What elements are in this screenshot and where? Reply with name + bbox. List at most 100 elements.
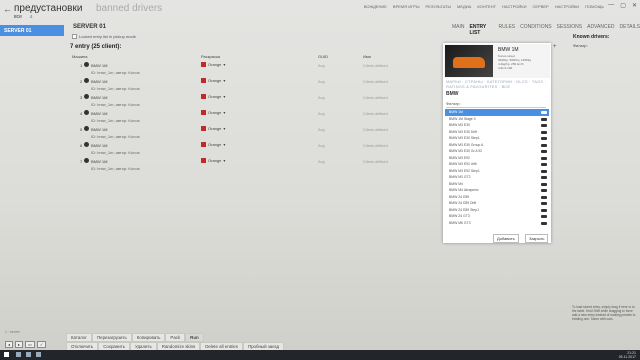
table-row[interactable]: 2 BMW 1M Orange ▾ Any Client-defined ID: …: [80, 76, 440, 92]
row-car[interactable]: BMW 1M: [91, 127, 107, 132]
row-id: ID: bmw_1m, автор: Kunos: [91, 118, 140, 123]
menu-item[interactable]: помощь: [585, 4, 604, 9]
row-id: ID: bmw_1m, автор: Kunos: [91, 166, 140, 171]
pack-button[interactable]: Pack: [165, 333, 186, 342]
close-icon[interactable]: ✕: [632, 2, 637, 9]
skin-selector[interactable]: Orange ▾: [201, 94, 225, 99]
skin-swatch: [201, 62, 206, 67]
category-tabs[interactable]: МАРКИ · СТРАНЫ · КАТЕГОРИИ · DLCS · TAGS…: [446, 79, 548, 89]
car-class-icon: [541, 156, 547, 160]
row-car[interactable]: BMW 1M: [91, 111, 107, 116]
row-guid[interactable]: Any: [318, 111, 325, 116]
row-name[interactable]: Client-defined: [363, 111, 388, 116]
taskbar-clock[interactable]: 21:21 05.11.2017: [619, 351, 636, 359]
menu-item[interactable]: настройки: [555, 4, 579, 9]
car-class-icon: [541, 150, 547, 153]
menu-item[interactable]: результаты: [426, 4, 452, 9]
table-row[interactable]: 6 BMW 1M Orange ▾ Any Client-defined ID: …: [80, 140, 440, 156]
table-row[interactable]: 7 BMW 1M Orange ▾ Any Client-defined ID: …: [80, 156, 440, 172]
add-entry-icon[interactable]: +: [553, 44, 557, 50]
taskbar-date: 05.11.2017: [618, 355, 636, 359]
skin-selector[interactable]: Orange ▾: [201, 142, 225, 147]
menu-item[interactable]: медиа: [457, 4, 471, 9]
menu-item[interactable]: контент: [477, 4, 496, 9]
row-name[interactable]: Client-defined: [363, 143, 388, 148]
row-car[interactable]: BMW 1M: [91, 63, 107, 68]
row-car[interactable]: BMW 1M: [91, 159, 107, 164]
tab-rules[interactable]: RULES: [498, 24, 515, 36]
maximize-icon[interactable]: ▢: [620, 2, 626, 9]
catalog-button[interactable]: Каталог: [66, 333, 92, 342]
app-taskbar-icon[interactable]: [36, 352, 41, 357]
filter-divider: [446, 107, 546, 108]
server-tabs: MAIN ENTRY LIST RULES CONDITIONS SESSION…: [452, 24, 640, 36]
add-button[interactable]: Добавить: [493, 234, 519, 243]
table-row[interactable]: 1 BMW 1M Orange ▾ Any Client-defined ID: …: [80, 60, 440, 76]
skin-label: Orange: [208, 110, 222, 115]
table-row[interactable]: 5 BMW 1M Orange ▾ Any Client-defined ID: …: [80, 124, 440, 140]
chevron-down-icon: ▾: [223, 94, 226, 99]
table-row[interactable]: 3 BMW 1M Orange ▾ Any Client-defined ID: …: [80, 92, 440, 108]
menu-item[interactable]: сервер: [533, 4, 549, 9]
skin-swatch: [201, 126, 206, 131]
row-car[interactable]: BMW 1M: [91, 143, 107, 148]
menu-item[interactable]: вождение: [364, 4, 387, 9]
row-guid[interactable]: Any: [318, 79, 325, 84]
back-arrow-icon[interactable]: ←: [3, 4, 12, 14]
tab-conditions[interactable]: CONDITIONS: [520, 24, 551, 36]
start-icon[interactable]: [4, 352, 9, 357]
sidebar-item-server-01[interactable]: SERVER 01: [0, 25, 64, 36]
chevron-down-icon: ▾: [223, 62, 226, 67]
check-icon[interactable]: ✓: [36, 341, 47, 348]
known-drivers-filter[interactable]: Фильтр:: [573, 43, 588, 48]
row-guid[interactable]: Any: [318, 159, 325, 164]
skin-selector[interactable]: Orange ▾: [201, 78, 225, 83]
copy-button[interactable]: Копировать: [131, 333, 166, 342]
reload-button[interactable]: Перезагрузить: [91, 333, 132, 342]
row-guid[interactable]: Any: [318, 95, 325, 100]
row-guid[interactable]: Any: [318, 127, 325, 132]
run-button[interactable]: Run: [185, 333, 204, 342]
row-name[interactable]: Client-defined: [363, 159, 388, 164]
search-icon[interactable]: ⌕: [30, 14, 33, 20]
row-name[interactable]: Client-defined: [363, 79, 388, 84]
prev-icon[interactable]: ◂: [5, 341, 14, 348]
menu-item[interactable]: время игры: [393, 4, 420, 9]
car-class-icon: [541, 202, 547, 205]
filter-all-label[interactable]: все: [14, 14, 22, 20]
row-car[interactable]: BMW 1M: [91, 95, 107, 100]
car-brand-icon: [84, 142, 89, 147]
row-name[interactable]: Client-defined: [363, 95, 388, 100]
app-taskbar-icon[interactable]: [26, 352, 31, 357]
locked-checkbox[interactable]: [72, 34, 77, 39]
tab-entry-list[interactable]: ENTRY LIST: [470, 24, 494, 36]
row-id: ID: bmw_1m, автор: Kunos: [91, 86, 140, 91]
row-name[interactable]: Client-defined: [363, 63, 388, 68]
car-brand-icon: [84, 78, 89, 83]
car-filter-input[interactable]: Фильтр:: [446, 101, 461, 106]
window-icon[interactable]: ▭: [25, 341, 35, 348]
row-guid[interactable]: Any: [318, 143, 325, 148]
skin-selector[interactable]: Orange ▾: [201, 158, 225, 163]
skin-swatch: [201, 78, 206, 83]
row-car[interactable]: BMW 1M: [91, 79, 107, 84]
car-brand-icon: [84, 110, 89, 115]
bottom-actions-row1: Каталог Перезагрузить Копировать Pack Ru…: [66, 333, 204, 342]
car-list-item[interactable]: BMW M235i Racing: [445, 226, 549, 227]
row-guid[interactable]: Any: [318, 63, 325, 68]
car-list[interactable]: BMW 1M BMW 1M Stage 3 BMW M3 E30 BMW M3 E30…: [445, 109, 549, 227]
minimize-icon[interactable]: —: [608, 2, 614, 9]
tab-details[interactable]: DETAILS: [620, 24, 640, 36]
skin-selector[interactable]: Orange ▾: [201, 62, 225, 67]
skin-swatch: [201, 94, 206, 99]
close-button[interactable]: Закрыть: [525, 234, 549, 243]
search-taskbar-icon[interactable]: [16, 352, 21, 357]
skin-selector[interactable]: Orange ▾: [201, 110, 225, 115]
menu-item[interactable]: настройки: [502, 4, 526, 9]
table-row[interactable]: 4 BMW 1M Orange ▾ Any Client-defined ID: …: [80, 108, 440, 124]
row-name[interactable]: Client-defined: [363, 127, 388, 132]
locked-entry-option[interactable]: Locked entry list in pickup mode: [72, 34, 136, 39]
tab-main[interactable]: MAIN: [452, 24, 465, 36]
skin-selector[interactable]: Orange ▾: [201, 126, 225, 131]
next-icon[interactable]: ▸: [15, 341, 24, 348]
